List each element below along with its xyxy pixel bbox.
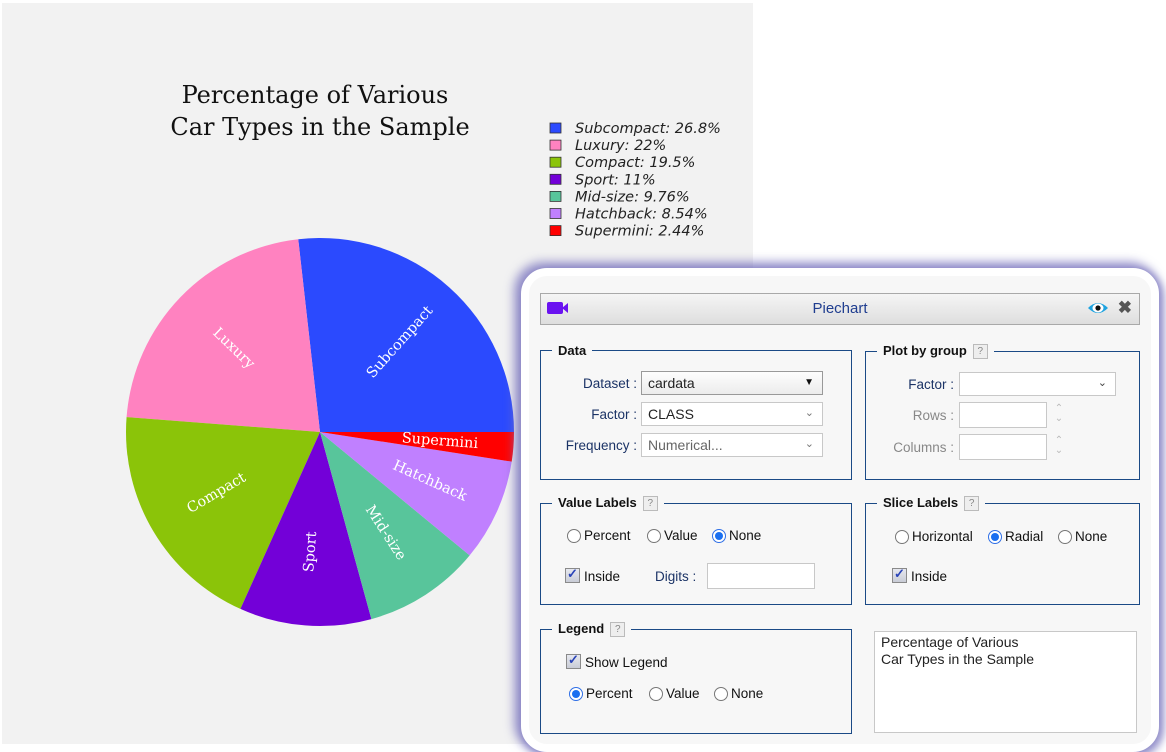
legend-none-radio[interactable]: None	[714, 686, 763, 701]
legend-entry-mid-size: Mid-size: 9.76%	[575, 189, 690, 205]
digits-input[interactable]	[707, 563, 815, 589]
checkbox-label: Show Legend	[585, 655, 668, 670]
checkbox-checked[interactable]	[565, 566, 580, 583]
eye-icon[interactable]	[1087, 301, 1109, 315]
legend-swatch-subcompact	[549, 122, 562, 134]
legend-swatch-hatchback	[549, 208, 562, 219]
columns-spinner[interactable]: ⌃ ⌄	[1053, 436, 1065, 456]
slice-labels-radial-radio[interactable]: Radial	[988, 529, 1043, 544]
rows-input[interactable]	[959, 402, 1047, 428]
help-icon[interactable]: ?	[642, 496, 658, 511]
radio-label: Percent	[586, 686, 633, 701]
columns-input[interactable]	[959, 434, 1047, 460]
legend-swatch-mid-size	[549, 190, 562, 202]
group-factor-select[interactable]: ⌄	[959, 372, 1116, 396]
caret-down-icon: ▼	[804, 377, 814, 388]
plot-by-group-legend: Plot by group?	[877, 343, 994, 359]
value-labels-inside-checkbox[interactable]: Inside	[565, 566, 621, 584]
radio-button-selected[interactable]	[569, 687, 583, 701]
radio-label: None	[729, 528, 762, 543]
slice-labels-section: Slice Labels? Horizontal Radial None Ins…	[865, 495, 1140, 605]
radio-button-selected[interactable]	[712, 529, 726, 543]
chevron-down-icon: ⌄	[1097, 377, 1107, 389]
legend-percent-radio[interactable]: Percent	[569, 686, 633, 701]
radio-label: None	[731, 686, 764, 701]
radio-label: Percent	[584, 528, 631, 543]
legend-swatch-luxury	[549, 139, 562, 151]
checkbox-label: Inside	[911, 569, 948, 584]
show-legend-checkbox[interactable]: Show Legend	[566, 652, 668, 670]
legend-value-radio[interactable]: Value	[649, 686, 700, 701]
checkbox-checked[interactable]	[892, 566, 907, 583]
chevron-down-icon: ⌄	[804, 407, 814, 419]
legend-entry-hatchback: Hatchback: 8.54%	[575, 207, 708, 223]
checkbox-checked[interactable]	[566, 652, 581, 669]
dataset-label: Dataset :	[582, 376, 637, 391]
radio-button[interactable]	[567, 529, 581, 543]
value-labels-value-radio[interactable]: Value	[647, 528, 698, 543]
close-icon[interactable]: ✖	[1118, 299, 1132, 317]
factor-select[interactable]: CLASS ⌄	[641, 402, 823, 426]
frequency-select[interactable]: Numerical... ⌄	[641, 433, 823, 457]
data-section-legend: Data	[558, 343, 587, 358]
legend-entry-supermini: Supermini: 2.44%	[575, 224, 704, 240]
chevron-down-icon: ⌄	[804, 438, 814, 450]
chart-title-line-1: Percentage of Various	[182, 81, 449, 109]
radio-label: None	[1075, 529, 1108, 544]
legend-entry-subcompact: Subcompact: 26.8%	[575, 121, 721, 137]
slice-labels-inside-checkbox[interactable]: Inside	[892, 566, 948, 584]
help-icon[interactable]: ?	[610, 622, 626, 637]
slice-label-sport: Sport	[301, 531, 320, 573]
factor-value: CLASS	[648, 406, 694, 422]
slice-labels-none-radio[interactable]: None	[1058, 529, 1107, 544]
legend-swatch-supermini	[549, 225, 562, 237]
data-section: Data Dataset : cardata ▼ Factor : CLASS …	[540, 343, 852, 480]
legend-section: Legend? Show Legend Percent Value None	[540, 621, 852, 734]
radio-label: Value	[664, 528, 698, 543]
legend-entry-sport: Sport: 11%	[575, 172, 656, 188]
rows-spinner[interactable]: ⌃ ⌄	[1053, 404, 1065, 424]
slice-labels-horizontal-radio[interactable]: Horizontal	[895, 529, 973, 544]
value-labels-legend: Value Labels?	[552, 495, 664, 511]
plot-by-group-section: Plot by group? Factor : ⌄ Rows : ⌃ ⌄ Colu…	[865, 343, 1140, 480]
value-labels-percent-radio[interactable]: Percent	[567, 528, 631, 543]
value-labels-section: Value Labels? Percent Value None Inside …	[540, 495, 852, 605]
dialog-titlebar[interactable]: Piechart ✖	[540, 293, 1140, 325]
dialog-title: Piechart	[812, 300, 868, 317]
columns-label: Columns :	[893, 440, 954, 455]
piechart-dialog: Piechart ✖ Data Dataset : cardata ▼ Fact…	[521, 268, 1159, 752]
chart-title-line-2: Car Types in the Sample	[170, 113, 469, 141]
radio-label: Value	[666, 686, 700, 701]
radio-label: Radial	[1005, 529, 1044, 544]
legend-entry-compact: Compact: 19.5%	[575, 155, 695, 171]
slice-labels-legend: Slice Labels?	[877, 495, 985, 511]
frequency-value: Numerical...	[648, 437, 723, 453]
legend-swatch-sport	[549, 173, 562, 185]
frequency-label: Frequency :	[565, 438, 637, 453]
rows-label: Rows :	[912, 408, 954, 423]
radio-button[interactable]	[647, 529, 661, 543]
legend-swatch-compact	[549, 156, 562, 168]
group-factor-label: Factor :	[908, 377, 954, 392]
dataset-select[interactable]: cardata ▼	[641, 371, 823, 395]
radio-button[interactable]	[1058, 530, 1072, 544]
legend-entry-luxury: Luxury: 22%	[575, 138, 666, 154]
value-labels-none-radio[interactable]: None	[712, 528, 761, 543]
help-icon[interactable]: ?	[972, 344, 988, 359]
radio-button[interactable]	[649, 687, 663, 701]
factor-label: Factor :	[591, 407, 637, 422]
radio-button[interactable]	[895, 530, 909, 544]
chart-title-textarea[interactable]: Percentage of Various Car Types in the S…	[874, 631, 1137, 733]
radio-button[interactable]	[714, 687, 728, 701]
radio-label: Horizontal	[912, 529, 973, 544]
legend-section-legend: Legend?	[552, 621, 631, 637]
help-icon[interactable]: ?	[964, 496, 980, 511]
checkbox-label: Inside	[584, 569, 621, 584]
dataset-value: cardata	[648, 375, 695, 391]
radio-button-selected[interactable]	[988, 530, 1002, 544]
digits-label: Digits :	[655, 569, 697, 584]
